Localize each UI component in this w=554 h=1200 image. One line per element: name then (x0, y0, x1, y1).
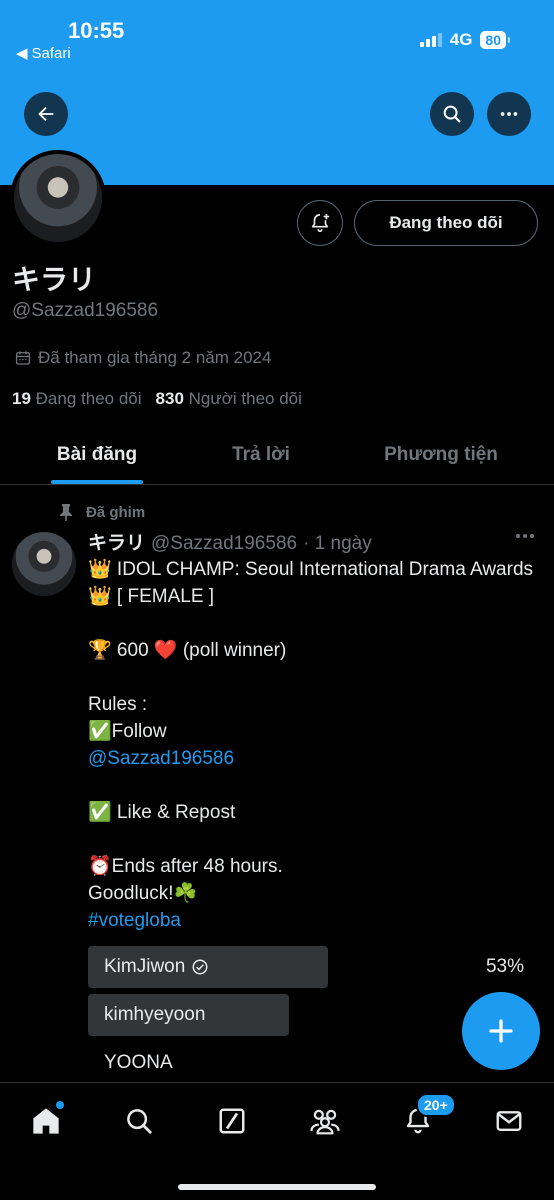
post-rule-follow: ✅Follow (88, 721, 167, 742)
post-title-line: 👑 IDOL CHAMP: Seoul International Drama … (88, 559, 534, 607)
profile-handle: @Sazzad196586 (12, 300, 159, 321)
compose-post-button[interactable] (462, 992, 540, 1070)
post-hashtag-link[interactable]: #votegloba (88, 907, 538, 934)
joined-label: Đã tham gia tháng 2 năm 2024 (38, 348, 272, 367)
back-triangle-icon: ◀ (16, 45, 28, 62)
mail-icon (496, 1111, 522, 1131)
followers-label: Người theo dõi (188, 389, 302, 408)
check-circle-icon (192, 959, 208, 975)
followers-count: 830 (155, 389, 184, 408)
followers-stat[interactable]: 830 Người theo dõi (156, 389, 302, 409)
notify-button[interactable] (297, 200, 343, 246)
search-icon (127, 1109, 152, 1134)
post-author-name[interactable]: キラリ (88, 528, 145, 555)
more-options-button[interactable] (487, 92, 531, 136)
poll-option-label: YOONA (104, 1052, 173, 1073)
home-icon (33, 1108, 59, 1134)
pin-icon (60, 504, 72, 521)
more-horizontal-icon (500, 112, 518, 116)
post-time[interactable]: · 1 ngày (303, 533, 372, 555)
profile-tabs: Bài đăng Trả lời Phương tiện (0, 425, 554, 485)
profile-avatar[interactable] (10, 150, 106, 246)
post-header: キラリ @Sazzad196586 · 1 ngày (88, 528, 372, 555)
home-indicator[interactable] (178, 1184, 376, 1190)
pinned-label: Đã ghim (86, 503, 146, 521)
follow-stats: 19 Đang theo dõi 830 Người theo dõi (12, 389, 302, 409)
pinned-indicator: Đã ghim (58, 503, 145, 521)
back-app-label: Safari (31, 44, 71, 62)
post-rule-like-repost: ✅ Like & Repost (88, 802, 236, 823)
nav-grok[interactable] (212, 1101, 252, 1141)
post-goodluck-line: Goodluck!☘️ (88, 883, 198, 904)
nav-communities[interactable] (305, 1101, 345, 1141)
communities-icon (310, 1109, 340, 1135)
calendar-icon (15, 351, 31, 365)
poll-option-percent: 53% (485, 956, 524, 977)
search-button[interactable] (430, 92, 474, 136)
home-unread-dot (56, 1101, 64, 1109)
following-label: Đang theo dõi (35, 389, 142, 408)
battery-icon: 80 (480, 31, 510, 49)
status-indicators: 4G 80 (419, 30, 510, 50)
bottom-navigation: 20+ (0, 1082, 554, 1200)
tab-posts[interactable]: Bài đăng (0, 425, 194, 484)
post-rules-label: Rules : (88, 694, 148, 715)
poll-option-label: kimhyeyoon (104, 1004, 206, 1025)
following-button[interactable]: Đang theo dõi (354, 200, 538, 246)
nav-messages[interactable] (489, 1101, 529, 1141)
profile-display-name: キラリ (12, 264, 97, 295)
bell-plus-icon (311, 213, 330, 233)
search-icon (443, 105, 461, 123)
post-prize-line: 🏆 600 ❤️ (poll winner) (88, 640, 287, 661)
poll-option-label: KimJiwon (104, 956, 186, 977)
post-more-button[interactable] (516, 534, 534, 538)
tab-replies[interactable]: Trả lời (194, 425, 328, 484)
status-time: 10:55 (68, 18, 125, 43)
back-to-app[interactable]: ◀ Safari (16, 44, 71, 63)
post-ends-line: ⏰Ends after 48 hours. (88, 856, 283, 877)
network-label: 4G (449, 30, 473, 49)
notifications-badge: 20+ (416, 1093, 456, 1117)
post-mention-link[interactable]: @Sazzad196586 (88, 745, 538, 772)
post-body: 👑 IDOL CHAMP: Seoul International Drama … (88, 556, 538, 934)
arrow-left-icon (38, 106, 54, 122)
joined-date: Đã tham gia tháng 2 năm 2024 (14, 348, 271, 368)
tab-media[interactable]: Phương tiện (328, 425, 554, 484)
nav-notifications[interactable]: 20+ (398, 1093, 456, 1141)
nav-home[interactable] (26, 1101, 66, 1141)
back-button[interactable] (24, 92, 68, 136)
plus-icon (489, 1019, 513, 1043)
grok-icon (219, 1108, 245, 1134)
nav-explore[interactable] (119, 1101, 159, 1141)
following-stat[interactable]: 19 Đang theo dõi (12, 389, 142, 409)
following-count: 19 (12, 389, 31, 408)
poll-option: KimJiwon 53% (88, 946, 538, 988)
post-author-handle[interactable]: @Sazzad196586 (151, 533, 297, 555)
post-avatar[interactable] (12, 532, 76, 596)
signal-icon (419, 33, 442, 47)
